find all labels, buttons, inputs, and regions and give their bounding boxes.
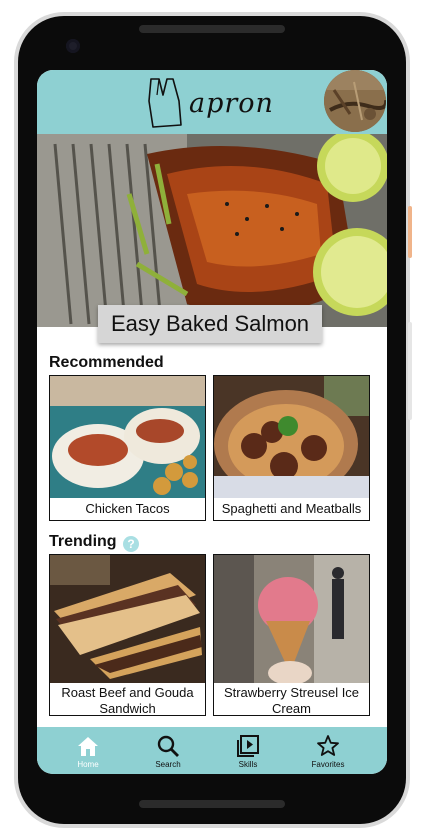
recipe-image bbox=[214, 376, 369, 498]
nav-favorites[interactable]: Favorites bbox=[288, 727, 368, 774]
play-video-icon bbox=[237, 735, 259, 757]
nav-favorites-label: Favorites bbox=[311, 760, 345, 769]
app-screen: apron Easy Baked Salmon Recommended Chic… bbox=[37, 70, 387, 774]
recipe-image bbox=[50, 555, 205, 683]
star-icon bbox=[317, 735, 339, 756]
nav-search-label: Search bbox=[155, 760, 181, 769]
app-logo[interactable]: apron bbox=[147, 73, 297, 131]
recipe-card-chicken-tacos[interactable]: Chicken Tacos bbox=[49, 375, 206, 521]
recipe-card-roast-beef-gouda-sandwich[interactable]: Roast Beef and Gouda Sandwich bbox=[49, 554, 206, 716]
front-camera bbox=[66, 39, 80, 53]
nav-skills-label: Skills bbox=[238, 760, 258, 769]
trending-heading: Trending bbox=[49, 533, 117, 550]
nav-skills[interactable]: Skills bbox=[208, 727, 288, 774]
app-logo-text: apron bbox=[189, 88, 274, 119]
volume-button bbox=[408, 206, 412, 258]
recipe-title: Roast Beef and Gouda Sandwich bbox=[61, 685, 194, 716]
recipe-card-spaghetti-and-meatballs[interactable]: Spaghetti and Meatballs bbox=[213, 375, 370, 521]
featured-recipe-image[interactable] bbox=[37, 134, 387, 327]
apron-logo-icon bbox=[148, 78, 182, 128]
nav-search[interactable]: Search bbox=[128, 727, 208, 774]
home-icon bbox=[78, 737, 98, 756]
recipe-image bbox=[50, 376, 205, 498]
bottom-speaker bbox=[139, 800, 285, 808]
profile-avatar[interactable] bbox=[324, 70, 386, 132]
recipe-image bbox=[214, 555, 369, 683]
question-mark-icon[interactable]: ? bbox=[123, 536, 139, 552]
nav-home-label: Home bbox=[77, 760, 99, 769]
earpiece-speaker bbox=[139, 25, 285, 33]
nav-home[interactable]: Home bbox=[48, 727, 128, 774]
search-icon bbox=[157, 735, 179, 757]
bottom-navigation: Home Search Skills Favorites bbox=[37, 727, 387, 774]
app-header: apron bbox=[37, 70, 387, 134]
power-button bbox=[408, 322, 412, 420]
recipe-title: Strawberry Streusel Ice Cream bbox=[223, 685, 360, 716]
recommended-heading: Recommended bbox=[49, 354, 164, 371]
featured-recipe-title[interactable]: Easy Baked Salmon bbox=[98, 305, 322, 343]
recipe-card-strawberry-streusel-ice-cream[interactable]: Strawberry Streusel Ice Cream bbox=[213, 554, 370, 716]
recipe-title: Spaghetti and Meatballs bbox=[221, 501, 362, 516]
recipe-title: Chicken Tacos bbox=[85, 501, 170, 516]
